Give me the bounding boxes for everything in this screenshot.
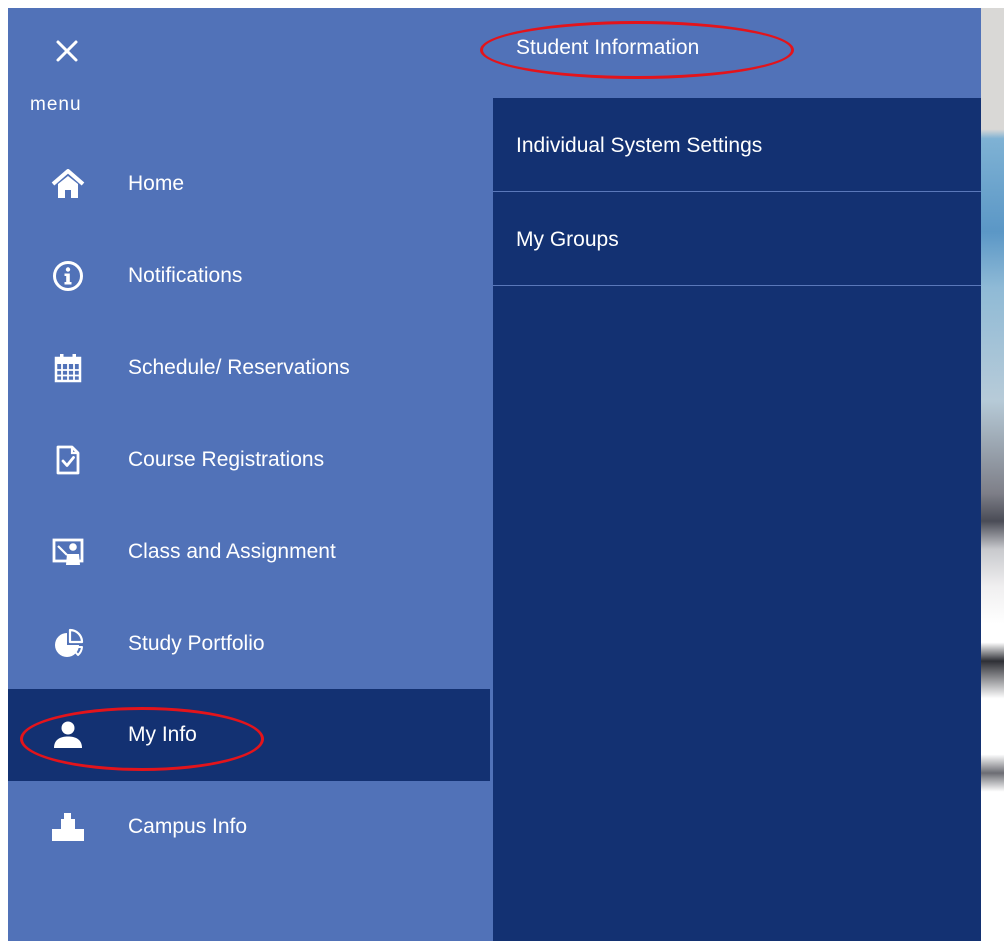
nav-label-campus-info: Campus Info [128,815,248,838]
nav-label-notifications: Notifications [128,264,243,287]
submenu-item-my-groups[interactable]: My Groups [493,192,981,286]
background-page-peek [981,8,1004,941]
calendar-icon [50,350,86,386]
navigation-drawer: menu Home Notifications Schedule/ Reserv… [8,8,1004,941]
close-icon [56,40,78,62]
nav-item-notifications[interactable]: Notifications [8,230,490,322]
teacher-board-icon [50,534,86,570]
nav-label-class-assignment: Class and Assignment [128,540,336,563]
nav-item-course-registrations[interactable]: Course Registrations [8,414,490,506]
info-icon [50,258,86,294]
nav-item-schedule-reservations[interactable]: Schedule/ Reservations [8,322,490,414]
building-icon [50,809,86,845]
nav-label-schedule-reservations: Schedule/ Reservations [128,356,350,379]
submenu-item-label: My Groups [516,228,619,251]
menu-title: menu [30,94,82,115]
nav-item-study-portfolio[interactable]: Study Portfolio [8,598,490,690]
nav-label-my-info: My Info [128,723,197,746]
nav-label-study-portfolio: Study Portfolio [128,632,265,655]
home-icon [50,166,86,202]
submenu-panel: Individual System Settings My Groups [493,98,981,941]
nav-item-class-assignment[interactable]: Class and Assignment [8,506,490,598]
submenu-title-student-information[interactable]: Student Information [516,36,699,60]
person-icon [50,717,86,753]
checked-document-icon [50,442,86,478]
submenu-item-individual-system-settings[interactable]: Individual System Settings [493,98,981,192]
nav-item-home[interactable]: Home [8,138,490,230]
pie-chart-icon [50,626,86,662]
nav-item-my-info[interactable]: My Info [8,689,490,781]
nav-item-campus-info[interactable]: Campus Info [8,781,490,873]
nav-label-course-registrations: Course Registrations [128,448,325,471]
submenu-item-label: Individual System Settings [516,134,763,157]
close-menu-button[interactable] [52,36,82,66]
nav-label-home: Home [128,172,185,195]
